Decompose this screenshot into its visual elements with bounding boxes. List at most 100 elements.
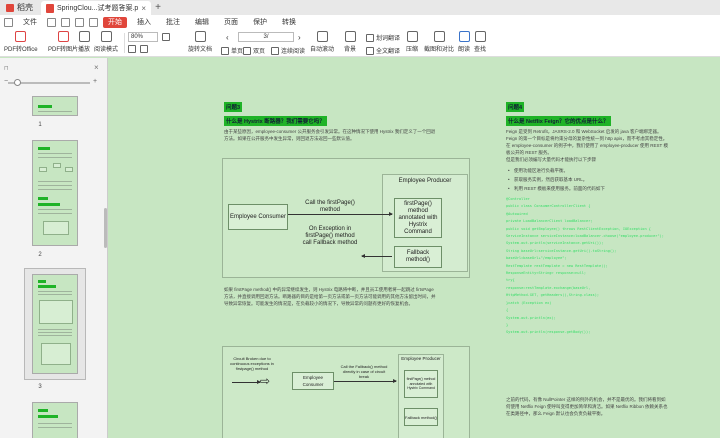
- page-thumbnail-3[interactable]: [32, 274, 78, 374]
- menu-icon[interactable]: [4, 17, 13, 27]
- menu-file[interactable]: 文件: [18, 17, 42, 28]
- fit-width-icon: [140, 45, 148, 53]
- play-icon: [78, 31, 90, 42]
- first-page-box-2: firstPage() method annotated with Hystri…: [404, 370, 438, 398]
- page-thumbnail-4[interactable]: [32, 402, 78, 438]
- menu-protect[interactable]: 保护: [248, 17, 272, 28]
- redo-icon[interactable]: [89, 17, 98, 27]
- tab-home-label: 稻壳: [17, 3, 33, 12]
- pdf-page-left: 问题3 什么是 Hystrix 断路器？我们需要它吗？ 由于某些原因，emplo…: [222, 98, 470, 438]
- question-number: 问题3: [224, 102, 243, 112]
- fit-page-button[interactable]: [128, 45, 136, 53]
- screenshot-compare-button[interactable]: 截图和对比: [424, 31, 454, 53]
- paragraph: 但是我们必须编写大量代码才能执行以下步骤: [506, 157, 596, 162]
- compress-icon: [406, 31, 418, 42]
- question-number: 问题4: [506, 102, 525, 112]
- code-line: private LoadBalancerClient loadBalancer;: [506, 219, 593, 224]
- code-line: public class ConsumerControllerClient {: [506, 204, 591, 209]
- call-label: Call the firstPage() method: [305, 200, 355, 213]
- bullet-item: 获取服务实例，然后获取基本 URL。: [506, 175, 668, 184]
- menu-convert[interactable]: 转换: [277, 17, 301, 28]
- play-button[interactable]: 播放: [78, 31, 90, 53]
- fit-page-icon: [128, 45, 136, 53]
- page-number-label: 3: [38, 384, 42, 390]
- code-line: System.out.println(response.getBody());: [506, 330, 591, 335]
- code-line: System.out.println(serviceInstance.getUr…: [506, 241, 604, 246]
- thumbnail-size-knob[interactable]: [14, 79, 21, 86]
- page-thumbnail-1[interactable]: [32, 96, 78, 116]
- auto-scroll-icon: [316, 31, 328, 42]
- call-arrow: [288, 212, 393, 216]
- next-page-button[interactable]: ›: [298, 33, 301, 42]
- document-viewport: 问题3 什么是 Hystrix 断路器？我们需要它吗？ 由于某些原因，emplo…: [108, 58, 720, 438]
- menu-home[interactable]: 开始: [103, 16, 127, 28]
- menu-edit[interactable]: 编辑: [190, 17, 214, 28]
- menu-insert[interactable]: 插入: [132, 17, 156, 28]
- read-mode-icon: [100, 31, 112, 42]
- fit-width-button[interactable]: [140, 45, 148, 53]
- background-icon: [344, 31, 356, 42]
- paragraph: 如果 firstPage method() 中的异常继续发生，则 Hystrix…: [224, 287, 436, 306]
- thumb-zoom-in-icon[interactable]: +: [93, 78, 97, 85]
- code-line: {: [506, 308, 509, 313]
- page-number-input[interactable]: 3/: [238, 32, 294, 42]
- zoom-input[interactable]: 80%: [128, 32, 158, 42]
- word-translate-button[interactable]: 划词翻译: [366, 33, 400, 42]
- fallback-box-2: Fallback method(): [404, 408, 438, 426]
- code-line: }catch (Exception ex): [506, 300, 552, 305]
- pin-icon[interactable]: ⊓: [4, 65, 9, 72]
- find-button[interactable]: 查找: [474, 31, 486, 53]
- question-heading: 什么是 Hystrix 断路器？我们需要它吗？: [224, 116, 327, 126]
- compress-button[interactable]: 压缩: [406, 31, 418, 53]
- close-sidebar-icon[interactable]: ×: [94, 63, 99, 72]
- read-aloud-button[interactable]: 朗读: [458, 31, 470, 53]
- tab-document[interactable]: SpringClou...试考题答案.pdf ×: [41, 1, 151, 15]
- code-line: HttpMethod.GET, getHeaders(),String.clas…: [506, 293, 600, 298]
- paragraph: 由于某些原因，employee-consumer 公开服务会引发异常。在这种情况…: [224, 129, 436, 141]
- call-fallback-label: Call the Fallback() method directly in c…: [340, 364, 388, 379]
- pdf-to-office-button[interactable]: PDF转Office: [4, 31, 38, 53]
- code-line: public void getEmployee() throws RestCli…: [506, 226, 651, 231]
- tab-home[interactable]: 稻壳: [0, 0, 39, 15]
- continuous-read-button[interactable]: 连续阅读: [271, 46, 305, 55]
- single-page-button[interactable]: 单页: [221, 46, 243, 55]
- auto-scroll-button[interactable]: 自动滚动: [310, 31, 334, 53]
- zoom-in-icon: [162, 33, 170, 41]
- full-translate-button[interactable]: 全文翻译: [366, 46, 400, 55]
- rotate-button[interactable]: 旋转文档: [188, 31, 212, 53]
- code-line: System.out.println(ex);: [506, 315, 556, 320]
- save-icon[interactable]: [47, 17, 56, 27]
- menu-annotate[interactable]: 批注: [161, 17, 185, 28]
- first-page-box: firstPage() method annotated with Hystri…: [394, 198, 442, 238]
- producer-title-2: Employee Producer: [401, 356, 441, 361]
- code-line: }: [506, 322, 509, 327]
- toolbar: PDF转Office PDF转图片 播放 阅读模式 80% 旋转文档 ‹ 3/ …: [0, 29, 720, 57]
- paragraph: 之前的代码，有像 NullPointer 这样的例外的机会，并不是最优的。我们将…: [506, 397, 668, 416]
- bullet-item: 使用功能区进行负载平衡。: [506, 166, 668, 175]
- pdf-to-image-button[interactable]: PDF转图片: [48, 31, 78, 53]
- thumbnail-sidebar: ⊓ × − + 1 2 3: [0, 58, 108, 438]
- zoom-in-button[interactable]: [162, 33, 170, 41]
- code-line: @Autowired: [506, 211, 528, 216]
- open-circuit-arrow-icon: ⇨: [260, 374, 271, 388]
- background-button[interactable]: 背景: [344, 31, 356, 53]
- prev-page-button[interactable]: ‹: [226, 33, 229, 42]
- search-icon: [474, 31, 486, 42]
- question-heading: 什么是 Netflix Feign？它的优点是什么？: [506, 116, 611, 126]
- print-icon[interactable]: [61, 17, 70, 27]
- double-page-icon: [243, 46, 251, 55]
- double-page-button[interactable]: 双页: [243, 46, 265, 55]
- sidebar-scrollbar[interactable]: [104, 208, 107, 248]
- toolbar-divider: [124, 33, 125, 53]
- menu-page[interactable]: 页面: [219, 17, 243, 28]
- page-thumbnail-2[interactable]: [32, 140, 78, 246]
- undo-icon[interactable]: [75, 17, 84, 27]
- close-tab-icon[interactable]: ×: [141, 4, 146, 13]
- menu-bar: 文件 开始 插入 批注 编辑 页面 保护 转换: [0, 15, 720, 29]
- page-number-label: 2: [38, 252, 42, 258]
- read-mode-button[interactable]: 阅读模式: [94, 31, 118, 53]
- code-line: baseUrl=baseUrl+"/employee";: [506, 256, 567, 261]
- tab-document-label: SpringClou...试考题答案.pdf: [57, 5, 139, 12]
- new-tab-button[interactable]: +: [151, 1, 165, 15]
- pdf-to-image-icon: [57, 31, 69, 42]
